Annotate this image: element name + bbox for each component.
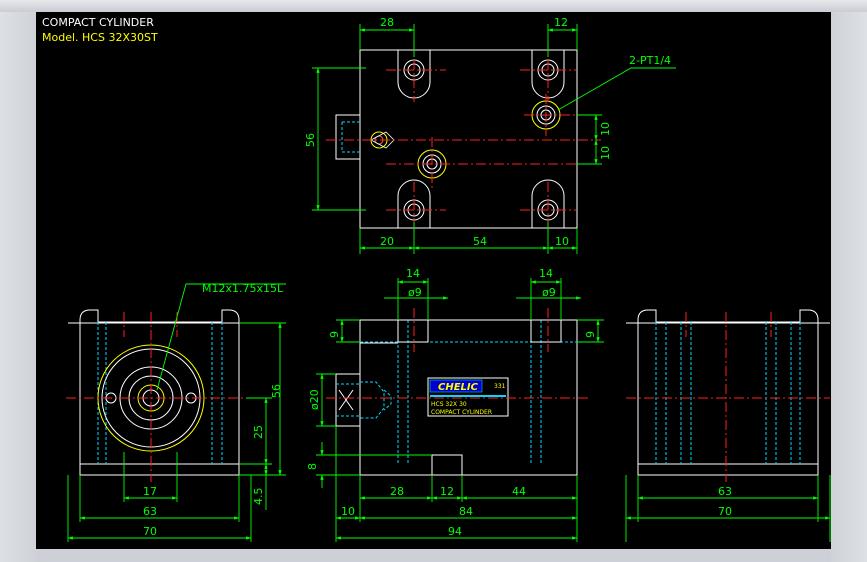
dim-left-thread: M12x1.75x15L — [202, 282, 284, 295]
dim-top-28: 28 — [380, 16, 394, 29]
drawing-svg: COMPACT CYLINDER Model. HCS 32X30ST 28 1… — [42, 16, 831, 542]
dim-front-94: 94 — [448, 525, 462, 538]
dim-right-70: 70 — [718, 505, 732, 518]
dim-right-63: 63 — [718, 485, 732, 498]
dim-front-14b: 14 — [539, 267, 553, 280]
dim-top-54: 54 — [473, 235, 487, 248]
nameplate-size: 331 — [494, 383, 506, 390]
viewer-left-bar — [0, 12, 36, 562]
top-view: 28 12 2-PT1/4 56 10 10 20 54 10 — [304, 16, 676, 254]
dim-front-09b: ø9 — [542, 286, 556, 299]
drawing-canvas[interactable]: COMPACT CYLINDER Model. HCS 32X30ST 28 1… — [36, 12, 831, 549]
front-view-rod-end — [335, 373, 361, 427]
dim-left-56: 56 — [270, 384, 283, 398]
dim-top-port: 2-PT1/4 — [629, 54, 671, 67]
dim-left-17: 17 — [143, 485, 157, 498]
dim-front-8: 8 — [306, 463, 319, 470]
nameplate-brand: CHELIC — [438, 382, 479, 393]
dim-top-10b: 10 — [599, 146, 612, 160]
dim-front-020: ø20 — [308, 389, 321, 410]
dim-top-20: 20 — [380, 235, 394, 248]
nameplate-name: COMPACT CYLINDER — [431, 409, 492, 416]
dim-front-9b: 9 — [584, 331, 597, 338]
left-view: M12x1.75x15L 56 25 4.5 17 63 70 — [66, 282, 286, 542]
right-view: 63 70 — [625, 309, 831, 542]
nameplate-model: HCS 32X 30 — [431, 401, 467, 408]
dim-front-12: 12 — [440, 485, 454, 498]
dim-top-12: 12 — [554, 16, 568, 29]
dim-top-56: 56 — [304, 133, 317, 147]
dim-left-25: 25 — [252, 425, 265, 439]
dim-front-84: 84 — [459, 505, 473, 518]
dim-left-70: 70 — [143, 525, 157, 538]
viewer-bottom-bar — [36, 549, 831, 562]
dim-front-44: 44 — [512, 485, 526, 498]
dim-front-10: 10 — [341, 505, 355, 518]
dim-left-45: 4.5 — [252, 488, 265, 506]
dim-top-10: 10 — [555, 235, 569, 248]
drawing-model: Model. HCS 32X30ST — [42, 31, 158, 44]
dim-front-28: 28 — [390, 485, 404, 498]
dim-front-09a: ø9 — [408, 286, 422, 299]
drawing-title: COMPACT CYLINDER — [42, 16, 154, 29]
front-view: CHELIC 331 HCS 32X 30 COMPACT CYLINDER 1… — [306, 267, 604, 542]
viewer-right-bar — [831, 12, 867, 562]
viewer-top-bar — [0, 0, 867, 12]
dim-front-14a: 14 — [406, 267, 420, 280]
dim-left-63: 63 — [143, 505, 157, 518]
dim-top-10a: 10 — [599, 122, 612, 136]
dim-front-9a: 9 — [328, 331, 341, 338]
